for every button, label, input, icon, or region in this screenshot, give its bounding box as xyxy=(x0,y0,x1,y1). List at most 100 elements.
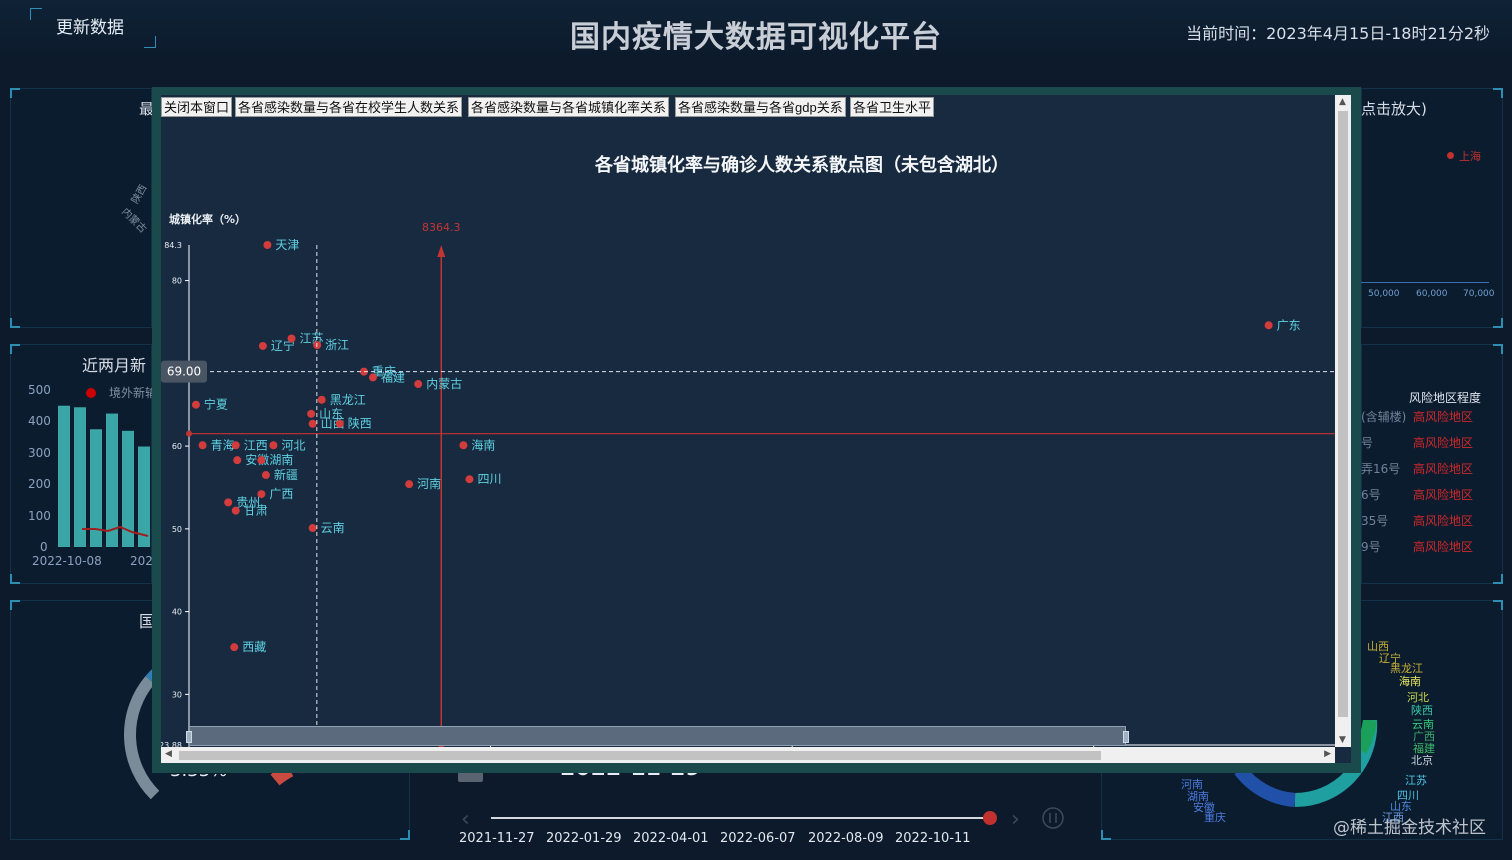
timeline-date[interactable]: 2022-06-07 xyxy=(720,831,796,846)
chart-modal-content: 关闭本窗口 各省感染数量与各省在校学生人数关系 各省感染数量与各省城镇化率关系 … xyxy=(161,95,1351,763)
scroll-left-icon[interactable]: ◀ xyxy=(165,749,172,759)
tab-students-relation[interactable]: 各省感染数量与各省在校学生人数关系 xyxy=(235,97,463,117)
vertical-scrollbar[interactable]: ▲ ▼ xyxy=(1335,95,1351,747)
point-label: 湖南 xyxy=(269,452,293,467)
scatter-point[interactable] xyxy=(368,373,377,382)
y-tick-label: 60 xyxy=(172,442,182,451)
horizontal-scrollbar-thumb[interactable] xyxy=(179,751,1101,760)
scatter-point[interactable] xyxy=(414,380,423,389)
left-panel-middle-title: 近两月新 xyxy=(82,356,147,375)
risk-row-name: 35号 xyxy=(1361,514,1389,528)
timeline-date[interactable]: 2022-01-29 xyxy=(546,831,622,846)
tab-health-level[interactable]: 各省卫生水平 xyxy=(850,97,935,117)
point-label: 浙江 xyxy=(325,338,349,352)
scatter-point[interactable] xyxy=(233,456,242,465)
y-axis-title: 城镇化率（%） xyxy=(169,212,246,226)
scatter-point[interactable] xyxy=(231,441,240,450)
point-label: 海南 xyxy=(471,437,495,452)
left-bar xyxy=(106,413,118,547)
current-time: 当前时间：2023年4月15日-18时21分2秒 xyxy=(1186,24,1490,43)
map-label-shanghai: 上海 xyxy=(1459,150,1481,163)
scatter-point[interactable] xyxy=(258,341,267,350)
point-label: 河北 xyxy=(281,438,305,452)
left-date: 202 xyxy=(130,554,153,568)
left-ytick: 200 xyxy=(28,477,51,491)
tab-urbanization-relation[interactable]: 各省感染数量与各省城镇化率关系 xyxy=(468,97,670,117)
scatter-chart: 城镇化率（%）累计确诊人数304050608084.323.88010,0002… xyxy=(161,212,1335,755)
risk-row-level: 高风险地区 xyxy=(1413,488,1474,502)
scatter-point[interactable] xyxy=(257,456,266,465)
y-tick-label: 50 xyxy=(172,525,182,534)
risk-row-name: (含辅楼) xyxy=(1361,410,1407,424)
point-label: 内蒙古 xyxy=(426,376,462,391)
pie-label: 重庆 xyxy=(1204,811,1226,824)
pie-label: 北京 xyxy=(1411,754,1433,767)
point-label: 青海 xyxy=(211,437,235,452)
scatter-point[interactable] xyxy=(269,441,278,450)
scroll-down-icon[interactable]: ▼ xyxy=(1339,735,1346,745)
scatter-point[interactable] xyxy=(287,334,296,343)
right-xtick: 60,000 xyxy=(1416,289,1448,299)
point-label: 江西 xyxy=(244,438,268,452)
timeline-prev-icon: ‹ xyxy=(461,807,470,832)
point-label: 云南 xyxy=(321,520,345,535)
chart-modal: 关闭本窗口 各省感染数量与各省在校学生人数关系 各省感染数量与各省城镇化率关系 … xyxy=(152,87,1361,773)
pie-label: 海南 xyxy=(1399,675,1421,688)
left-ytick: 500 xyxy=(28,383,51,397)
y-tick-label: 40 xyxy=(172,608,182,617)
left-bar xyxy=(58,405,70,547)
y-tick-label: 30 xyxy=(172,690,182,699)
y-tick-label: 80 xyxy=(172,277,182,286)
scatter-point[interactable] xyxy=(191,400,200,409)
scatter-point[interactable] xyxy=(224,498,233,507)
risk-row-name: 6号 xyxy=(1361,488,1381,502)
scatter-point[interactable] xyxy=(335,419,344,428)
scatter-point[interactable] xyxy=(261,471,270,480)
timeline-next-icon: › xyxy=(1011,807,1020,832)
point-label: 安徽 xyxy=(245,452,269,467)
left-ytick: 300 xyxy=(28,446,51,460)
datazoom-handle-right[interactable] xyxy=(1123,731,1129,743)
close-window-button[interactable]: 关闭本窗口 xyxy=(161,97,233,117)
markline-y-start xyxy=(186,430,192,437)
point-label: 广西 xyxy=(269,487,293,501)
scatter-point[interactable] xyxy=(198,441,207,450)
scatter-point[interactable] xyxy=(1264,321,1273,330)
point-label: 宁夏 xyxy=(204,397,228,412)
timeline-pause-icon xyxy=(1042,807,1064,829)
scatter-point[interactable] xyxy=(308,524,317,533)
scatter-point[interactable] xyxy=(263,241,272,249)
scatter-point[interactable] xyxy=(465,475,474,484)
risk-table-title: 风险地区程度 xyxy=(1409,391,1482,405)
scatter-point[interactable] xyxy=(307,409,316,418)
risk-row-level: 高风险地区 xyxy=(1413,540,1474,554)
scatter-point[interactable] xyxy=(308,419,317,428)
horizontal-scrollbar[interactable]: ◀ ▶ xyxy=(161,747,1335,763)
risk-row-level: 高风险地区 xyxy=(1413,410,1474,424)
point-label: 陕西 xyxy=(348,416,372,431)
scatter-point[interactable] xyxy=(231,506,240,515)
vertical-scrollbar-thumb[interactable] xyxy=(1338,111,1348,717)
point-label: 甘肃 xyxy=(244,504,268,518)
risk-row-name: 号 xyxy=(1361,436,1374,450)
y-tick-label: 84.3 xyxy=(164,241,182,250)
scatter-point[interactable] xyxy=(317,395,326,404)
point-label: 广东 xyxy=(1277,318,1301,332)
risk-row-level: 高风险地区 xyxy=(1413,462,1474,476)
scroll-right-icon[interactable]: ▶ xyxy=(1324,749,1331,759)
timeline-date[interactable]: 2021-11-27 xyxy=(459,831,535,846)
datazoom-slider[interactable] xyxy=(189,726,1126,746)
scatter-point[interactable] xyxy=(459,441,468,450)
right-xtick: 70,000 xyxy=(1463,289,1495,299)
tab-gdp-relation[interactable]: 各省感染数量与各省gdp关系 xyxy=(675,97,846,117)
datazoom-handle-left[interactable] xyxy=(186,731,192,743)
timeline-date[interactable]: 2022-04-01 xyxy=(633,831,709,846)
scatter-point[interactable] xyxy=(405,480,414,489)
timeline-date[interactable]: 2022-10-11 xyxy=(895,831,971,846)
timeline-date[interactable]: 2022-08-09 xyxy=(808,831,884,846)
map-dot-icon xyxy=(1447,152,1454,159)
scroll-up-icon[interactable]: ▲ xyxy=(1339,97,1346,107)
scatter-point[interactable] xyxy=(230,643,239,652)
point-label: 西藏 xyxy=(242,640,266,654)
point-label: 河南 xyxy=(417,476,441,491)
